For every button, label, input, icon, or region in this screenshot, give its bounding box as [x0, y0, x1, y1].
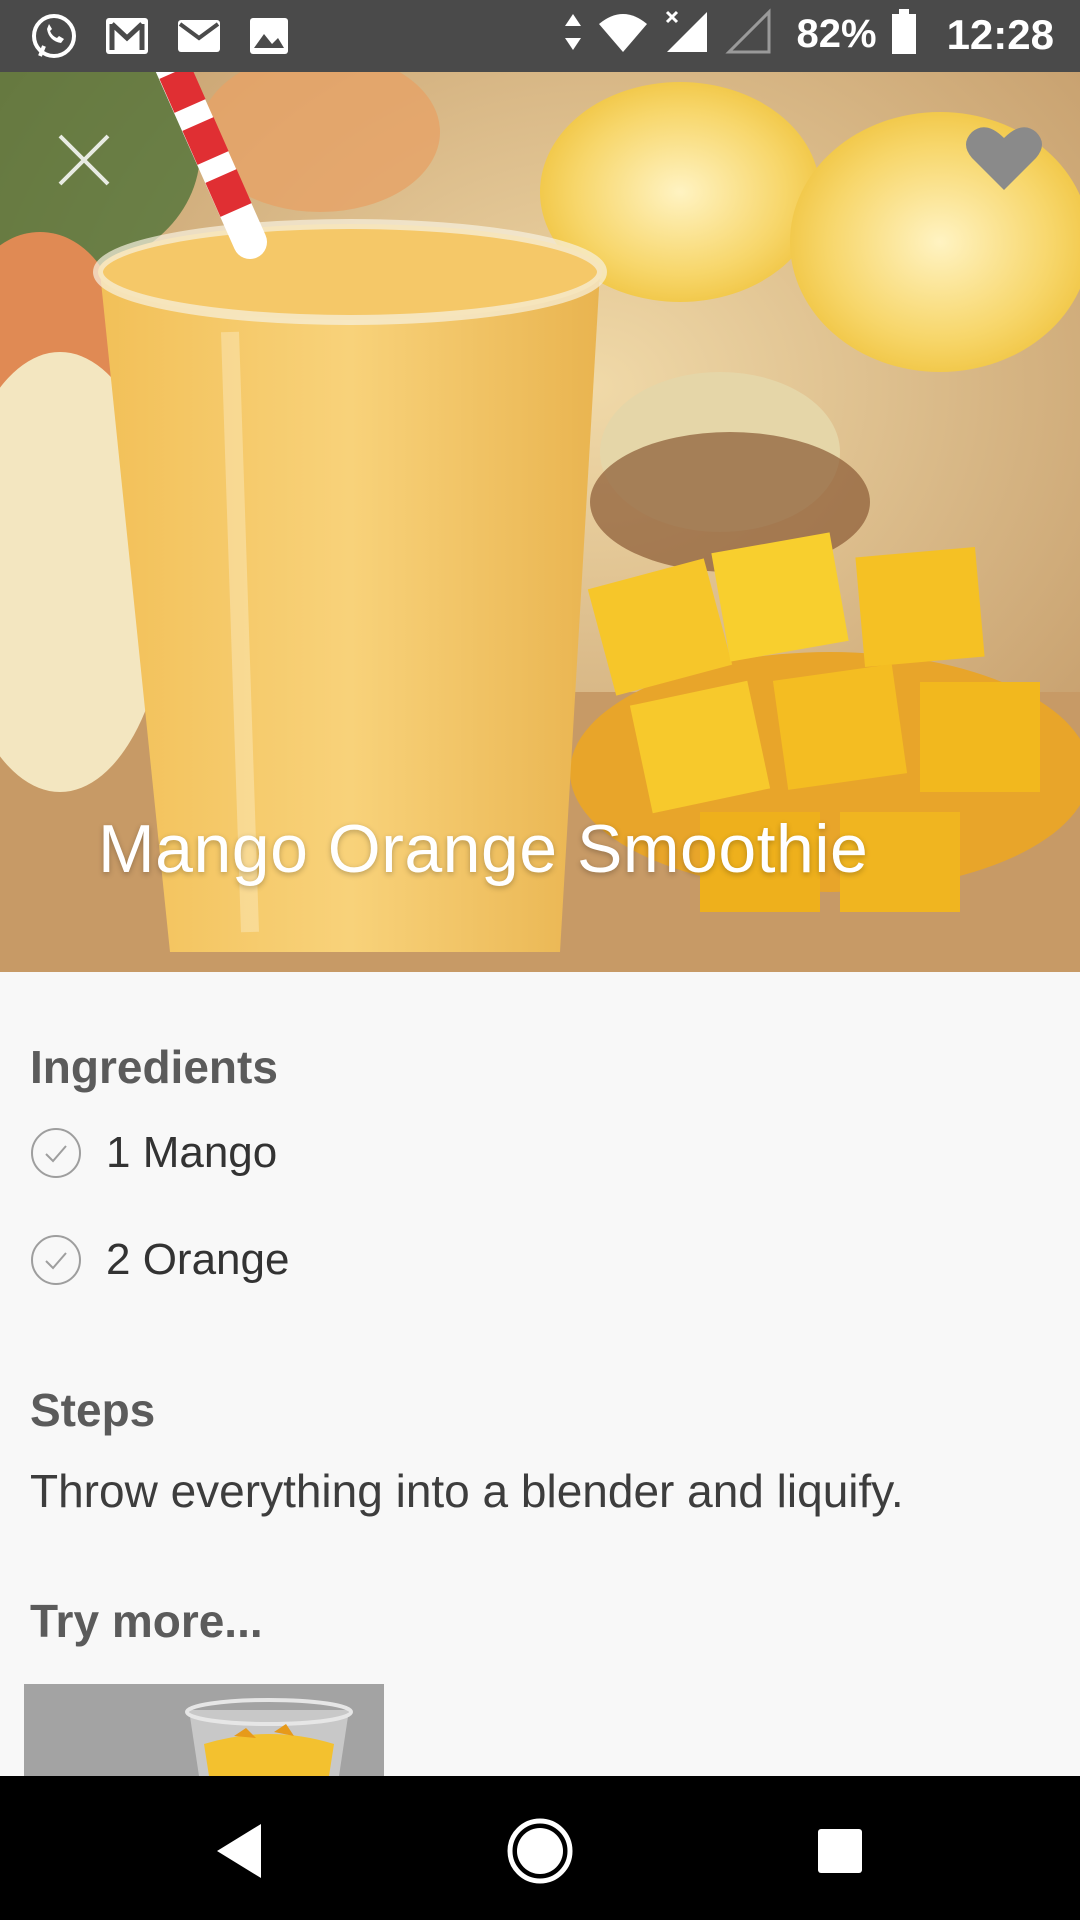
system-icons: 82% 12:28 — [563, 8, 1054, 61]
recipe-title: Mango Orange Smoothie — [98, 811, 869, 887]
wifi-icon — [597, 10, 649, 59]
check-circle-icon — [31, 1235, 81, 1285]
close-icon — [58, 134, 110, 186]
try-more-heading: Try more... — [30, 1595, 263, 1647]
ingredient-item[interactable]: 1 Mango — [30, 1123, 277, 1183]
clock: 12:28 — [946, 10, 1054, 58]
ingredient-label: 2 Orange — [106, 1235, 290, 1284]
ingredient-item[interactable]: 2 Orange — [30, 1230, 289, 1290]
dessert-photo — [24, 1684, 384, 1776]
notification-icons — [30, 12, 290, 65]
check-circle-icon — [31, 1128, 81, 1178]
steps-heading: Steps — [30, 1384, 156, 1436]
back-icon — [217, 1824, 261, 1878]
status-bar: 82% 12:28 — [0, 0, 1080, 72]
signal-icon — [663, 8, 711, 61]
home-button[interactable] — [505, 1816, 575, 1886]
battery-icon — [891, 9, 917, 60]
recipe-hero-image: Mango Orange Smoothie — [0, 72, 1080, 972]
ingredient-label: 1 Mango — [106, 1128, 278, 1177]
recents-button[interactable] — [805, 1816, 875, 1886]
recents-icon — [818, 1829, 862, 1873]
close-button[interactable] — [52, 128, 116, 192]
ingredients-heading: Ingredients — [30, 1041, 278, 1093]
gmail-icon — [104, 16, 150, 61]
whatsapp-icon — [30, 12, 78, 65]
back-button[interactable] — [205, 1816, 275, 1886]
home-icon — [507, 1818, 573, 1884]
image-icon — [248, 16, 290, 61]
data-arrows-icon — [563, 10, 583, 59]
favorite-button[interactable] — [964, 124, 1044, 194]
heart-icon — [966, 127, 1042, 190]
battery-percent: 82% — [796, 12, 877, 56]
navigation-bar — [0, 1776, 1080, 1920]
step-text: Throw everything into a blender and liqu… — [30, 1465, 904, 1517]
recipe-thumbnail[interactable] — [24, 1684, 384, 1776]
signal-empty-icon — [724, 8, 773, 61]
mail-icon — [176, 16, 222, 61]
